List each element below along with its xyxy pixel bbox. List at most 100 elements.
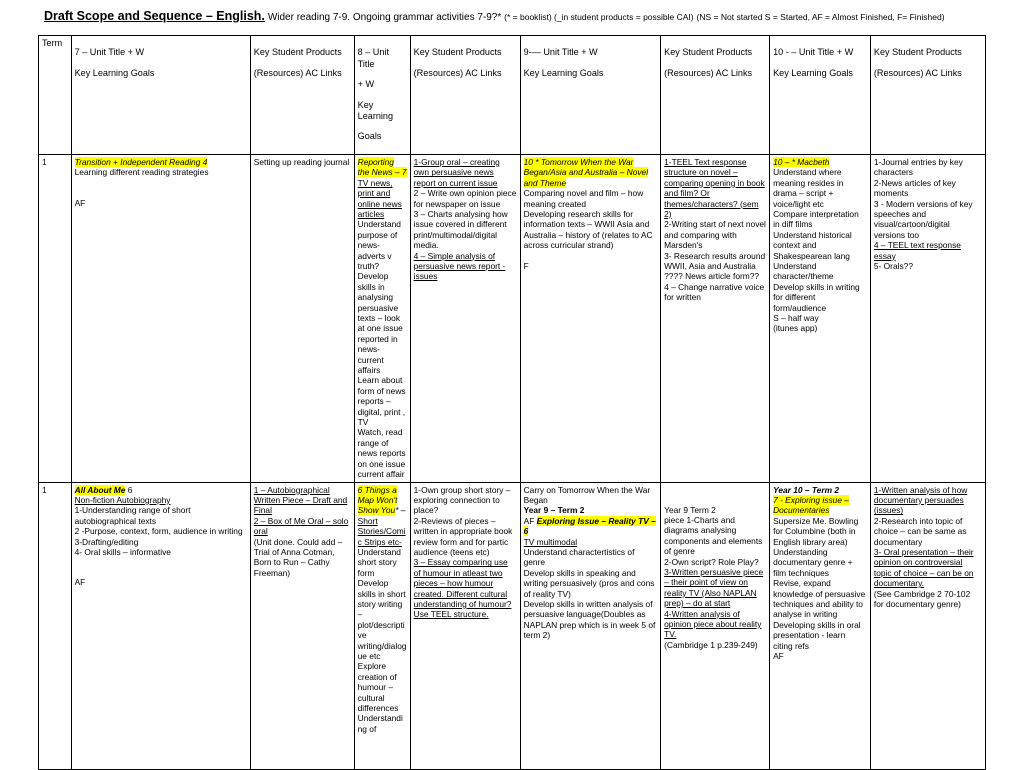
cell-year10-products: 1-Journal entries by key characters 2-Ne…	[869, 153, 987, 483]
header-line: Key Learning Goals	[74, 67, 155, 78]
header-year8-products: Key Student Products (Resources) AC Link…	[409, 35, 521, 155]
unit-resource: TV multimodal	[523, 536, 578, 547]
unit-line: Develop skills in speaking and writing p…	[523, 567, 655, 599]
cell-year8-products: 1-Own group short story – exploring conn…	[409, 481, 521, 770]
document-page: Draft Scope and Sequence – English. Wide…	[0, 0, 1020, 770]
cell-year9-products: 1-TEEL Text response structure on novel …	[660, 153, 771, 483]
product-item: 2-Writing start of next novel and compar…	[664, 219, 766, 251]
header-line: Goals	[357, 131, 382, 142]
unit-status: AF	[74, 577, 86, 588]
header-line: (Resources) AC Links	[253, 67, 342, 78]
unit-line: Explore creation of humour – cultural di…	[357, 661, 399, 714]
product-item: 1-Own group short story – exploring conn…	[413, 484, 511, 516]
header-term: Term	[38, 35, 72, 155]
unit-line: Understand historical context and Shakes…	[773, 229, 852, 261]
header-year7-unit: 7 – Unit Title + W Key Learning Goals	[70, 35, 251, 155]
title-status-key: (NS = Not started S = Started, AF = Almo…	[696, 12, 945, 22]
unit-resource: TV news, print and online news articles	[357, 177, 402, 219]
product-line: Setting up reading journal	[253, 156, 350, 167]
cell-year7-unit: Transition + Independent Reading 4 Learn…	[70, 153, 251, 483]
unit-line: Develop skills in analysing persuasive t…	[357, 271, 403, 376]
unit-line: Develop skills in written analysis of pe…	[523, 598, 656, 641]
header-line: + W	[357, 79, 375, 89]
unit-line: Learning different reading strategies	[74, 167, 209, 178]
unit-line: 4- Oral skills – informative	[74, 546, 171, 557]
cell-year8-products: 1-Group oral – creating own persuasive n…	[409, 153, 521, 483]
product-item: 3 - Modern versions of key speeches and …	[873, 198, 973, 240]
unit-line: Compare interpretation in diff films	[773, 208, 859, 230]
unit-line: 1-Understanding range of short autobiogr…	[74, 505, 191, 526]
product-item: 3 – Charts analysing how issue covered i…	[413, 208, 508, 251]
document-title-line: Draft Scope and Sequence – English. Wide…	[36, 10, 990, 24]
cell-term: 1	[38, 481, 72, 770]
product-item: 4 – Change narrative voice for written	[664, 281, 765, 303]
cell-year8-unit: Reporting the News – 7 TV news, print an…	[353, 153, 411, 483]
cell-year9-unit: Carry on Tomorrow When the War Began Yea…	[519, 481, 662, 770]
header-line: 7 – Unit Title + W	[74, 47, 145, 58]
unit-line: Understand charactertistics of genre	[523, 546, 635, 568]
product-item: 4 – TEEL text response essay	[873, 240, 961, 261]
header-line: 10 - – Unit Title + W	[773, 47, 854, 58]
unit-heading: All About Me	[74, 484, 126, 495]
cell-year7-products: Setting up reading journal	[249, 153, 355, 483]
unit-heading: 6 Things a Map Won't Show You	[357, 484, 398, 516]
unit-extra: (itunes app)	[773, 323, 818, 334]
header-line: Key Learning Goals	[773, 67, 853, 78]
table-row: 1 All About Me 6 Non-fiction Autobiograp…	[38, 481, 987, 770]
product-item: 3- Research results around WWII, Asia an…	[664, 250, 766, 282]
unit-line: Watch, read range of news reports on one…	[357, 427, 406, 480]
unit-line: Developing skills in oral presentation -…	[773, 619, 861, 651]
cell-year9-unit: 10 * Tomorrow When the War Began/Asia an…	[519, 153, 662, 483]
product-item: 2 – Box of Me Oral – solo oral	[253, 515, 349, 537]
cell-year8-unit: 6 Things a Map Won't Show You* – Short S…	[353, 481, 411, 770]
header-year7-products: Key Student Products (Resources) AC Link…	[249, 35, 355, 155]
header-line: Key Student Products	[253, 47, 342, 58]
unit-line: Revise, expand knowledge of persuasive t…	[773, 578, 866, 620]
product-item: 4-Written analysis of opinion piece abou…	[664, 608, 762, 640]
cell-year7-unit: All About Me 6 Non-fiction Autobiography…	[70, 481, 251, 770]
unit-heading: 10 * Tomorrow When the War Began/Asia an…	[523, 156, 649, 188]
unit-line: Understanding documentary genre + film t…	[773, 546, 853, 578]
unit-term-label: Year 9 – Term 2	[523, 505, 585, 516]
product-item: 2-Reviews of pieces – written in appropr…	[413, 515, 513, 557]
unit-status: AF	[523, 515, 537, 526]
unit-resource: Short Stories/Comic Strips etc-	[357, 515, 406, 547]
unit-line: Understand short story form	[357, 546, 401, 578]
unit-status: AF	[773, 651, 784, 661]
header-line: (Resources) AC Links	[413, 67, 502, 78]
unit-status: AF	[74, 197, 86, 208]
unit-line: Develop skills in short story writing – …	[357, 578, 407, 661]
unit-status: F	[523, 260, 529, 271]
cell-year10-unit: Year 10 – Term 2 7 - Exploring issue – D…	[769, 481, 871, 770]
title-subtext: Wider reading 7-9. Ongoing grammar activ…	[267, 12, 502, 23]
header-line: (Resources) AC Links	[873, 67, 962, 78]
product-line: 2-Own script? Role Play?	[664, 556, 759, 567]
unit-term-label: Year 10 – Term 2	[773, 484, 840, 495]
unit-line: Develop skills in writing for different …	[773, 281, 860, 313]
unit-heading: Transition + Independent Reading 4	[74, 156, 208, 167]
cell-year9-products: Year 9 Term 2 piece 1-Charts and diagram…	[660, 481, 771, 770]
cell-year10-unit: 10 – * Macbeth Understand where meaning …	[769, 153, 871, 483]
product-item: 1-Group oral – creating own persuasive n…	[413, 156, 500, 188]
page-title: Draft Scope and Sequence – English.	[44, 9, 265, 23]
header-line: 9-— Unit Title + W	[523, 47, 598, 58]
header-line: Key Student Products	[413, 47, 502, 58]
scope-and-sequence-table: Term 7 – Unit Title + W Key Learning Goa…	[38, 35, 987, 770]
product-item: 1-Written analysis of how documentary pe…	[873, 484, 968, 516]
header-year10-products: Key Student Products (Resources) AC Link…	[869, 35, 987, 155]
product-item: 5- Orals??	[873, 260, 913, 271]
product-note: (See Cambridge 2 70-102 for documentary …	[873, 588, 971, 609]
table-row: 1 Transition + Independent Reading 4 Lea…	[38, 153, 987, 483]
unit-line: Understand purpose of news- adverts v tr…	[357, 219, 401, 271]
unit-line: Supersize Me. Bowling for Columbine (bot…	[773, 515, 859, 547]
product-item: 3- Oral presentation – their opinion on …	[873, 546, 974, 589]
unit-line: Comparing novel and film – how meaning c…	[523, 188, 644, 209]
header-line: 8 – Unit Title	[357, 47, 389, 69]
header-year9-products: Key Student Products (Resources) AC Link…	[660, 35, 771, 155]
unit-resource: Non-fiction Autobiography	[74, 494, 171, 505]
unit-status: S – half way	[773, 313, 819, 323]
unit-heading-suffix: * –	[395, 505, 406, 516]
product-item: 3 – Essay comparing use of humour in atl…	[413, 557, 512, 620]
product-item: 2-Research into topic of choice – can be…	[873, 515, 967, 547]
header-year10-unit: 10 - – Unit Title + W Key Learning Goals	[769, 35, 871, 155]
